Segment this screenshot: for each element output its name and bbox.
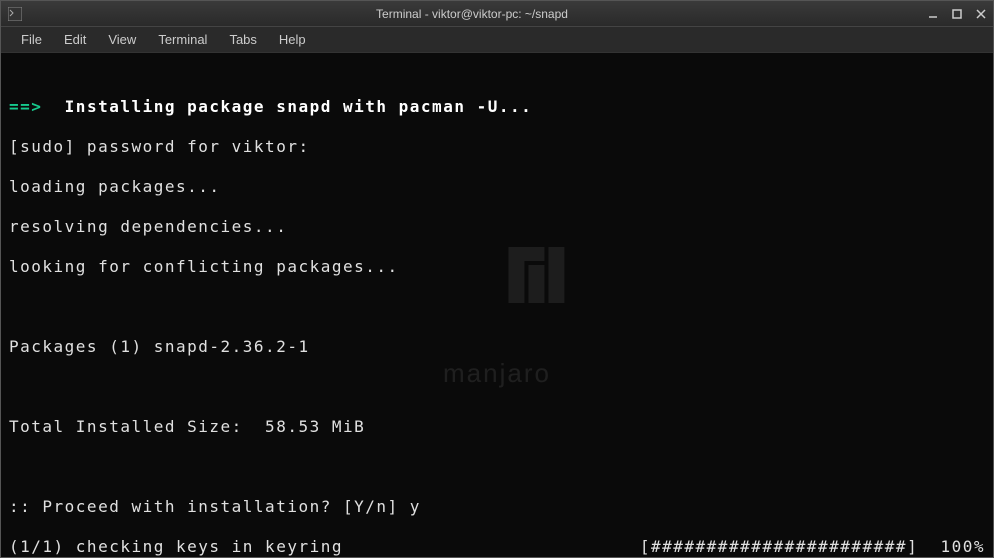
blank-line <box>9 297 985 317</box>
window-title: Terminal - viktor@viktor-pc: ~/snapd <box>23 7 921 21</box>
window-controls <box>921 3 993 25</box>
total-size: Total Installed Size: 58.53 MiB <box>9 417 985 437</box>
terminal-area[interactable]: manjaro ==> Installing package snapd wit… <box>1 53 993 557</box>
blank-line <box>9 457 985 477</box>
terminal-window: Terminal - viktor@viktor-pc: ~/snapd Fil… <box>0 0 994 558</box>
proceed-prompt: :: Proceed with installation? [Y/n] y <box>9 497 985 517</box>
packages-list: Packages (1) snapd-2.36.2-1 <box>9 337 985 357</box>
menu-edit[interactable]: Edit <box>54 29 96 50</box>
sudo-prompt: [sudo] password for viktor: <box>9 137 985 157</box>
menu-terminal[interactable]: Terminal <box>148 29 217 50</box>
menu-tabs[interactable]: Tabs <box>219 29 266 50</box>
menu-view[interactable]: View <box>98 29 146 50</box>
resolving-deps: resolving dependencies... <box>9 217 985 237</box>
blank-line <box>9 377 985 397</box>
install-arrow: ==> <box>9 97 42 116</box>
progress-row: (1/1) checking keys in keyring[#########… <box>9 537 985 557</box>
close-button[interactable] <box>969 3 993 25</box>
maximize-button[interactable] <box>945 3 969 25</box>
titlebar[interactable]: Terminal - viktor@viktor-pc: ~/snapd <box>1 1 993 27</box>
loading-packages: loading packages... <box>9 177 985 197</box>
install-header: Installing package snapd with pacman -U.… <box>65 97 533 116</box>
checking-conflicts: looking for conflicting packages... <box>9 257 985 277</box>
menu-file[interactable]: File <box>11 29 52 50</box>
terminal-icon <box>7 6 23 22</box>
menubar: File Edit View Terminal Tabs Help <box>1 27 993 53</box>
menu-help[interactable]: Help <box>269 29 316 50</box>
minimize-button[interactable] <box>921 3 945 25</box>
